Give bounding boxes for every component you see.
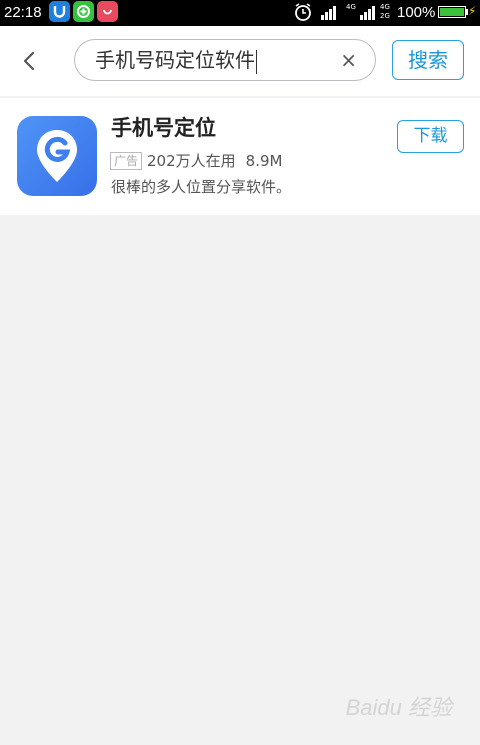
network-type-label: 4G [346,3,356,11]
watermark: Baidu 经验 [345,695,452,720]
cell-signal-icon [360,6,375,20]
search-box[interactable]: 手机号码定位软件 × [74,39,376,81]
search-button[interactable]: 搜索 [392,40,464,80]
app-name[interactable]: 手机号定位 [111,114,216,142]
wifi-signal-icon [321,6,336,20]
clock: 22:18 [4,4,42,21]
status-bar: 22:18 4G 4G 2G 100% ⚡ [0,0,480,26]
user-count: 202万人在用 [147,152,236,170]
green-app-icon [73,1,94,22]
search-header: 手机号码定位软件 × 搜索 [0,26,480,96]
alarm-icon [295,3,311,21]
location-pin-icon [37,130,77,182]
chevron-left-icon [23,51,35,71]
battery-percent: 100% [397,4,436,21]
battery-icon [438,6,466,18]
app-meta: 广告 202万人在用 8.9M [110,150,282,170]
app-description: 很棒的多人位置分享软件。 [111,178,292,196]
shopping-bag-icon [97,1,118,22]
charging-icon: ⚡ [468,4,477,18]
back-button[interactable] [14,46,44,76]
network-type-label-3: 2G [380,12,390,20]
text-cursor [256,49,257,74]
app-icon[interactable] [17,116,97,196]
app-size: 8.9M [245,151,283,170]
search-input[interactable]: 手机号码定位软件 [95,40,257,80]
search-query: 手机号码定位软件 [95,48,255,72]
blue-app-icon [49,1,70,22]
clear-icon[interactable]: × [340,50,357,70]
app-result-card[interactable]: 手机号定位 广告 202万人在用 8.9M 很棒的多人位置分享软件。 下载 [0,98,480,215]
ad-badge: 广告 [110,151,143,170]
network-type-label-2: 4G [380,3,390,11]
download-button[interactable]: 下载 [397,120,464,153]
